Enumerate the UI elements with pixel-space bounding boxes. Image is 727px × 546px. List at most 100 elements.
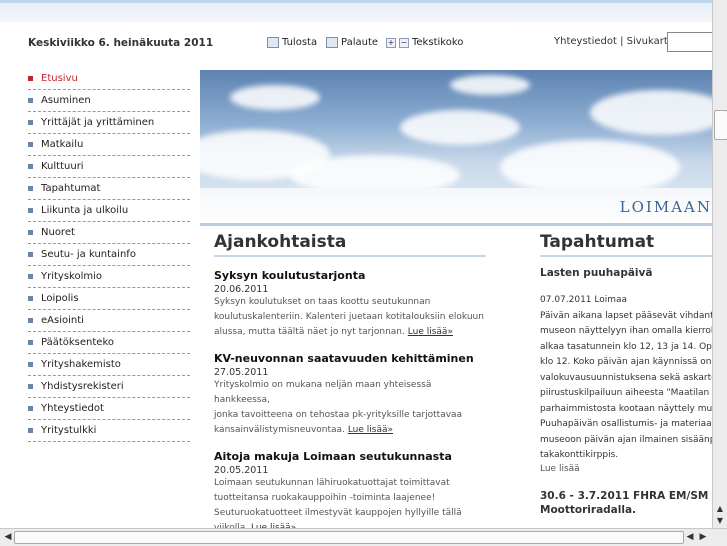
bullet-icon [28,120,33,125]
nav-item-label: Yrittäjät ja yrittäminen [41,117,155,128]
divider [200,223,712,226]
event-line: piirustuskilpailuun aiheesta "Maatilan k… [540,388,712,398]
nav-item-label: Asuminen [41,95,91,106]
article-text: Yrityskolmio on mukana neljän maan yhtei… [214,378,486,438]
nav-item-seutu[interactable]: Seutu- ja kuntainfo [28,244,190,266]
nav-item-label: Yhteystiedot [41,403,104,414]
nav-item-tapahtumat[interactable]: Tapahtumat [28,178,190,200]
nav-item-label: Päätöksenteko [41,337,114,348]
contact-link[interactable]: Yhteystiedot [554,36,617,47]
article-title[interactable]: Syksyn koulutustarjonta [214,269,486,282]
nav-item-label: Yhdistysrekisteri [41,381,124,392]
event-line: 07.07.2011 Loimaa [540,295,628,305]
nav-item-nuoret[interactable]: Nuoret [28,222,190,244]
article-line: Seuturuokatuotteet ilmestyvät kauppojen … [214,508,462,518]
news-article: KV-neuvonnan saatavuuden kehittäminen 27… [214,352,486,438]
site-logo[interactable]: LOIMAAN [620,198,712,216]
nav-item-yrityskolmio[interactable]: Yrityskolmio [28,266,190,288]
nav-item-label: Yrityshakemisto [41,359,121,370]
scroll-right-icon[interactable]: ▶ [697,530,709,544]
text-size-increase-icon[interactable]: + [386,37,396,48]
nav-item-liikunta[interactable]: Liikunta ja ulkoilu [28,200,190,222]
text-size-decrease-icon[interactable]: − [399,37,409,48]
bullet-icon [28,362,33,367]
article-line: Syksyn koulutukset on taas koottu seutuk… [214,297,431,307]
article-line: jonka tavoitteena on tehostaa pk-yrityks… [214,410,463,420]
article-line: koulutuskalenteriin. Kalenteri juetaan k… [214,312,484,322]
nav-item-yhteystiedot[interactable]: Yhteystiedot [28,398,190,420]
event-line: Päivän aikana lapset pääsevät vihdanta [540,310,712,321]
current-date: Keskiviikko 6. heinäkuuta 2011 [28,37,214,49]
header-banner-image: LOIMAAN [200,70,712,223]
read-more-link[interactable]: Lue lisää» [408,327,453,337]
horizontal-scrollbar[interactable]: ◀ ◀ ▶ [0,528,727,546]
bullet-icon [28,428,33,433]
bullet-icon [28,296,33,301]
text-size-controls: + − Tekstikoko [386,37,463,48]
nav-item-label: Kulttuuri [41,161,84,172]
article-line: tuotteitansa ruokakauppoihin -toiminta l… [214,493,436,503]
event-line: parhaimmistosta kootaan näyttely muse [540,403,712,414]
scroll-left-icon[interactable]: ◀ [2,530,14,544]
nav-item-yhdistysrekisteri[interactable]: Yhdistysrekisteri [28,376,190,398]
article-line: alussa, mutta täältä näet jo nyt tarjonn… [214,327,405,337]
scroll-down-icon[interactable]: ▼ [714,515,726,527]
nav-item-loipolis[interactable]: Loipolis [28,288,190,310]
nav-item-kulttuuri[interactable]: Kulttuuri [28,156,190,178]
article-text: Syksyn koulutukset on taas koottu seutuk… [214,295,486,340]
article-date: 20.05.2011 [214,465,269,476]
text-size-label: Tekstikoko [412,37,464,48]
nav-item-yritystulkki[interactable]: Yritystulkki [28,420,190,442]
nav-item-easiointi[interactable]: eAsiointi [28,310,190,332]
vertical-scrollbar[interactable]: ▲ ▼ [712,0,727,528]
nav-item-label: Nuoret [41,227,75,238]
feedback-icon [326,37,338,48]
nav-item-label: Loipolis [41,293,79,304]
print-link[interactable]: Tulosta [267,37,317,48]
bullet-icon [28,142,33,147]
nav-item-asuminen[interactable]: Asuminen [28,90,190,112]
print-label: Tulosta [282,37,318,48]
article-title[interactable]: KV-neuvonnan saatavuuden kehittäminen [214,352,486,365]
bullet-icon [28,76,33,81]
event-line: alkaa tasatunnein klo 12, 13 ja 14. Opas [540,341,712,352]
bullet-icon [28,340,33,345]
bullet-icon [28,274,33,279]
event-line: takakonttikirppis. [540,450,619,460]
top-bar [0,0,712,22]
nav-item-label: Liikunta ja ulkoilu [41,205,129,216]
nav-item-label: Tapahtumat [41,183,101,194]
article-line: Loimaan seutukunnan lähiruokatuottajat t… [214,478,450,488]
bullet-icon [28,230,33,235]
event-line: valokuvausuunnistuksena sekä askartel [540,372,712,383]
nav-item-paatoksenteko[interactable]: Päätöksenteko [28,332,190,354]
read-more-link[interactable]: Lue lisää [540,464,712,474]
vertical-scroll-thumb[interactable] [714,110,727,140]
article-text: Loimaan seutukunnan lähiruokatuottajat t… [214,476,486,536]
bullet-icon [28,164,33,169]
event-title[interactable]: 30.6 - 3.7.2011 FHRA EM/SM Al [540,490,712,502]
nav-item-label: Yrityskolmio [41,271,103,282]
events-section: Tapahtumat Lasten puuhapäivä 07.07.2011 … [540,232,712,528]
horizontal-scroll-thumb[interactable] [14,531,684,544]
event-title[interactable]: Lasten puuhapäivä [540,267,712,279]
events-heading: Tapahtumat [540,232,712,257]
event-line: museoon päivän ajan ilmainen sisäänpä [540,434,712,445]
feedback-link[interactable]: Palaute [326,37,378,48]
nav-item-yrityshakemisto[interactable]: Yrityshakemisto [28,354,190,376]
scroll-left-icon[interactable]: ◀ [684,530,696,544]
article-title[interactable]: Aitoja makuja Loimaan seutukunnasta [214,450,486,463]
article-line: Yrityskolmio on mukana neljän maan yhtei… [214,380,432,405]
link-separator: | [620,36,624,47]
nav-item-matkailu[interactable]: Matkailu [28,134,190,156]
nav-item-label: eAsiointi [41,315,84,326]
event-title-continued[interactable]: Moottoriradalla. [540,504,712,516]
top-links: Yhteystiedot | Sivukartta [554,36,678,47]
news-article: Syksyn koulutustarjonta 20.06.2011 Syksy… [214,269,486,340]
nav-item-etusivu[interactable]: Etusivu [28,68,190,90]
printer-icon [267,37,279,48]
bullet-icon [28,318,33,323]
nav-item-yrittajat[interactable]: Yrittäjät ja yrittäminen [28,112,190,134]
scroll-up-icon[interactable]: ▲ [714,503,726,515]
read-more-link[interactable]: Lue lisää» [348,425,393,435]
